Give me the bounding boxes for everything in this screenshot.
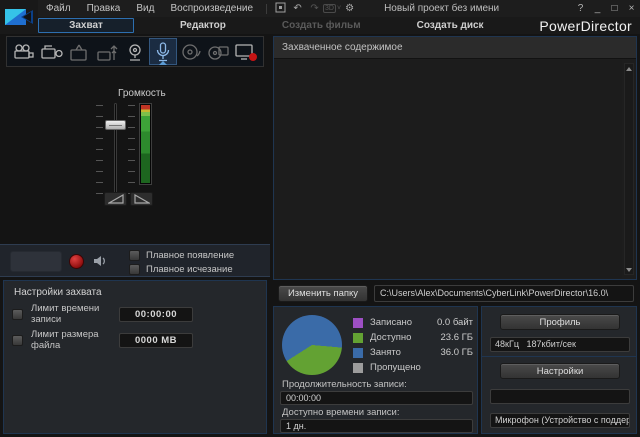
redo-icon[interactable]: ↷: [306, 3, 323, 14]
captured-content-header: Захваченное содержимое: [274, 37, 636, 59]
volume-slider-handle[interactable]: [105, 120, 126, 130]
duration-field: 00:00:00: [280, 391, 473, 405]
profile-info-field: 48кГц 187кбит/сек: [490, 337, 630, 352]
record-timecode-display: [10, 251, 62, 272]
volume-slider-track[interactable]: [114, 103, 117, 199]
select-window-icon[interactable]: [272, 2, 289, 16]
disk-usage-pie-chart: [282, 315, 342, 375]
menu-view[interactable]: Вид: [128, 0, 162, 17]
captured-content-list[interactable]: [275, 60, 622, 278]
ramp-up-button[interactable]: [104, 192, 127, 206]
fade-out-label: Плавное исчезание: [146, 264, 233, 275]
help-button[interactable]: ?: [572, 3, 589, 14]
legend-value-available: 23.6 ГБ: [440, 332, 473, 343]
audio-cd-icon[interactable]: [177, 38, 205, 65]
legend-row-used: Занято 36.0 ГБ: [353, 347, 473, 358]
digital-tv-signal-icon[interactable]: [93, 38, 121, 65]
settings-extra-field: [490, 389, 630, 404]
minimize-button[interactable]: _: [589, 3, 606, 14]
preferences-gear-icon[interactable]: ⚙: [341, 3, 358, 14]
fade-in-row: Плавное появление: [129, 250, 234, 261]
toolbar-separator: [266, 4, 267, 14]
settings-button[interactable]: Настройки: [500, 363, 620, 379]
profile-button[interactable]: Профиль: [500, 314, 620, 330]
time-limit-input[interactable]: 00:00:00: [119, 307, 193, 322]
ramp-down-button[interactable]: [130, 192, 153, 206]
menu-bar: Файл Правка Вид Воспроизведение ↶ ↷ 3D ˅…: [38, 0, 640, 17]
fade-in-checkbox[interactable]: [129, 250, 140, 261]
microphone-icon[interactable]: [149, 38, 177, 65]
tab-capture[interactable]: Захват: [38, 18, 134, 33]
scroll-up-icon[interactable]: [625, 64, 633, 73]
time-limit-checkbox[interactable]: [12, 309, 23, 320]
available-time-label: Доступно времени записи:: [282, 407, 400, 418]
size-limit-row: Лимит размера файла 0000 MB: [12, 332, 258, 348]
fade-in-label: Плавное появление: [146, 250, 234, 261]
time-limit-label: Лимит времени записи: [31, 303, 119, 325]
duration-label: Продолжительность записи:: [282, 379, 407, 390]
capture-folder-path[interactable]: C:\Users\Alex\Documents\CyberLink\PowerD…: [374, 285, 634, 302]
close-button[interactable]: ×: [623, 3, 640, 14]
record-bar: Плавное появление Плавное исчезание: [0, 244, 270, 277]
powerdirector-window: Файл Правка Вид Воспроизведение ↶ ↷ 3D ˅…: [0, 0, 640, 437]
volume-ticks-left: [96, 105, 103, 197]
capture-source-toolbar: [6, 36, 264, 67]
captured-content-title: Захваченное содержимое: [282, 42, 403, 53]
capture-device-field[interactable]: Микрофон (Устройство с поддержкой ...: [490, 413, 630, 428]
size-limit-input[interactable]: 0000 MB: [119, 333, 193, 348]
menu-playback[interactable]: Воспроизведение: [162, 0, 261, 17]
change-folder-button[interactable]: Изменить папку: [278, 285, 368, 302]
tab-editor[interactable]: Редактор: [180, 20, 226, 31]
dvd-camcorder-icon[interactable]: [204, 38, 232, 65]
speaker-icon[interactable]: [93, 254, 107, 273]
fade-out-checkbox[interactable]: [129, 264, 140, 275]
legend-value-recorded: 0.0 байт: [437, 317, 473, 328]
panel-divider: [482, 356, 636, 357]
legend-swatch-used: [353, 348, 363, 358]
fade-out-row: Плавное исчезание: [129, 264, 233, 275]
available-time-field: 1 дн.: [280, 419, 473, 433]
screen-recording-icon[interactable]: [232, 38, 260, 65]
captured-content-scrollbar[interactable]: [624, 63, 634, 275]
menu-file[interactable]: Файл: [38, 0, 79, 17]
project-title: Новый проект без имени: [384, 3, 499, 14]
titlebar: Файл Правка Вид Воспроизведение ↶ ↷ 3D ˅…: [0, 0, 640, 34]
menu-edit[interactable]: Правка: [79, 0, 129, 17]
audio-level-meter: [139, 103, 152, 185]
time-limit-row: Лимит времени записи 00:00:00: [12, 306, 258, 322]
capture-settings-title: Настройки захвата: [14, 287, 102, 298]
profile-settings-panel: Профиль 48кГц 187кбит/сек Настройки Микр…: [481, 306, 637, 434]
legend-row-recorded: Записано 0.0 байт: [353, 317, 473, 328]
undo-icon[interactable]: ↶: [289, 3, 306, 14]
legend-row-dropped: Пропущено: [353, 362, 473, 373]
3d-mode-icon[interactable]: 3D: [323, 4, 336, 13]
size-limit-label: Лимит размера файла: [31, 329, 119, 351]
maximize-button[interactable]: □: [606, 3, 623, 14]
capture-right-panel: Захваченное содержимое Изменить папку C:…: [270, 35, 640, 437]
captured-content-panel: Захваченное содержимое: [273, 36, 637, 280]
disk-stats-panel: Записано 0.0 байт Доступно 23.6 ГБ Занят…: [273, 306, 478, 434]
webcam-icon[interactable]: [121, 38, 149, 65]
legend-swatch-recorded: [353, 318, 363, 328]
hdv-camcorder-icon[interactable]: [38, 38, 66, 65]
tab-produce: Создать фильм: [282, 20, 361, 31]
volume-label: Громкость: [118, 88, 166, 99]
scroll-down-icon[interactable]: [625, 265, 633, 274]
capture-left-panel: Громкость Плавное появление: [0, 35, 270, 437]
tab-create-disc[interactable]: Создать диск: [417, 20, 484, 31]
main-area: Громкость Плавное появление: [0, 35, 640, 437]
app-logo-icon: [0, 0, 38, 34]
mode-tabs: Захват Редактор Создать фильм Создать ди…: [38, 17, 640, 34]
volume-ticks-right: [128, 105, 135, 197]
legend-swatch-dropped: [353, 363, 363, 373]
capture-settings-panel: Настройки захвата Лимит времени записи 0…: [3, 280, 267, 434]
record-button[interactable]: [69, 254, 84, 269]
size-limit-checkbox[interactable]: [12, 335, 23, 346]
legend-row-available: Доступно 23.6 ГБ: [353, 332, 473, 343]
legend-value-used: 36.0 ГБ: [440, 347, 473, 358]
tv-signal-icon[interactable]: [66, 38, 94, 65]
legend-swatch-available: [353, 333, 363, 343]
brand-logo-text: PowerDirector: [539, 18, 632, 34]
dv-camcorder-icon[interactable]: [10, 38, 38, 65]
